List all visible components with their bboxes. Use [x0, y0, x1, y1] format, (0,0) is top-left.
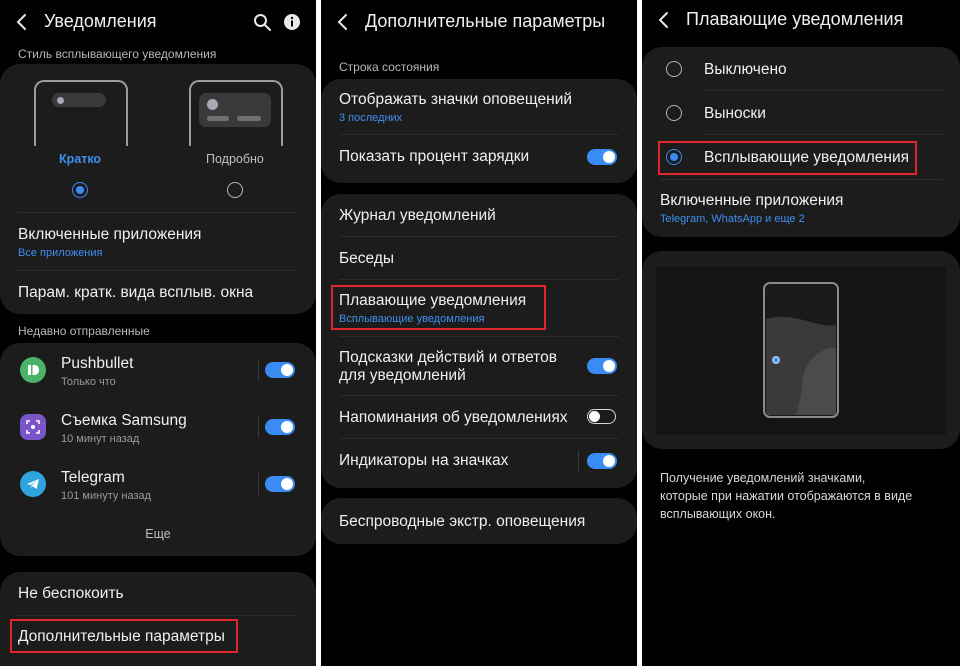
notifications-screen: Уведомления Стиль всплывающего уведомлен…	[0, 0, 316, 666]
app-time: 101 минуту назад	[61, 490, 152, 502]
notification-history-item[interactable]: Журнал уведомлений	[339, 207, 619, 225]
divider	[704, 134, 944, 135]
show-icons-label: Отображать значки оповещений	[339, 91, 573, 108]
app-time: 10 минут назад	[61, 433, 140, 445]
recent-apps-card: Pushbullet Только что Съемка Samsung 10 …	[0, 343, 316, 556]
detailed-preview[interactable]	[189, 80, 283, 146]
separator	[258, 359, 259, 381]
separator	[258, 473, 259, 495]
highlight-box	[10, 619, 238, 653]
separator	[258, 416, 259, 438]
option-bubbles-label[interactable]: Выноски	[704, 105, 766, 123]
enabled-apps-label: Включенные приложения	[660, 192, 844, 209]
page-title: Уведомления	[44, 11, 157, 31]
show-icons-value: 3 последних	[339, 112, 403, 124]
app-name: Съемка Samsung	[61, 412, 187, 429]
enabled-apps-value: Telegram, WhatsApp и еще 2	[660, 213, 805, 225]
page-title: Дополнительные параметры	[365, 11, 606, 31]
divider	[339, 336, 619, 337]
section-header-popup-style: Стиль всплывающего уведомления	[18, 47, 217, 61]
highlight-box	[658, 141, 917, 175]
badges-toggle[interactable]	[587, 453, 617, 469]
bubbles-radio[interactable]	[666, 105, 682, 121]
section-header-recent: Недавно отправленные	[18, 324, 150, 338]
divider	[339, 236, 619, 237]
reminders-toggle[interactable]	[587, 409, 616, 424]
highlight-box	[331, 285, 546, 330]
description-line: которые при нажатии отображаются в виде	[660, 489, 913, 503]
conversations-item[interactable]: Беседы	[339, 250, 619, 268]
brief-label: Кратко	[59, 152, 102, 166]
suggestions-label-line2: для уведомлений	[339, 367, 466, 384]
reminders-item[interactable]: Напоминания об уведомлениях	[339, 409, 619, 427]
show-notification-icons-item[interactable]: Отображать значки оповещений 3 последних	[339, 91, 619, 124]
off-radio[interactable]	[666, 61, 682, 77]
back-arrow-icon[interactable]	[12, 12, 32, 32]
enabled-apps-item[interactable]: Включенные приложения Telegram, WhatsApp…	[660, 192, 942, 225]
enabled-apps-label: Включенные приложения	[18, 226, 202, 243]
wireless-alerts-card: Беспроводные экстр. оповещения	[321, 498, 637, 544]
battery-percent-item[interactable]: Показать процент зарядки	[339, 148, 619, 166]
back-arrow-icon[interactable]	[654, 10, 674, 30]
description-text: Получение уведомлений значками, которые …	[660, 469, 912, 523]
divider	[339, 395, 619, 396]
telegram-toggle[interactable]	[265, 476, 295, 492]
divider	[660, 179, 942, 180]
screen-capture-icon	[20, 414, 46, 440]
separator	[578, 450, 579, 472]
description-line: всплывающих окон.	[660, 507, 776, 521]
section-header-status-bar: Строка состояния	[339, 60, 440, 74]
brief-preview[interactable]	[34, 80, 128, 146]
divider	[18, 270, 298, 271]
floating-notifications-screen: Плавающие уведомления Выключено Выноски …	[642, 0, 960, 666]
status-bar-card: Отображать значки оповещений 3 последних…	[321, 79, 637, 183]
divider	[18, 615, 298, 616]
option-off-label[interactable]: Выключено	[704, 61, 787, 79]
detailed-radio[interactable]	[227, 182, 243, 198]
enabled-apps-item[interactable]: Включенные приложения Все приложения	[18, 226, 298, 259]
list-item[interactable]: Съемка Samsung 10 минут назад	[61, 412, 187, 445]
search-icon[interactable]	[252, 12, 272, 32]
app-name: Telegram	[61, 469, 125, 486]
divider	[339, 279, 619, 280]
list-item[interactable]: Pushbullet Только что	[61, 355, 133, 388]
back-arrow-icon[interactable]	[333, 12, 353, 32]
suggest-actions-item[interactable]: Подсказки действий и ответов для уведомл…	[339, 349, 619, 385]
brief-radio[interactable]	[72, 182, 88, 198]
info-icon[interactable]	[282, 12, 302, 32]
brief-popup-settings-item[interactable]: Парам. кратк. вида всплыв. окна	[18, 284, 298, 302]
top-bar: Уведомления	[0, 0, 316, 44]
phone-illustration	[763, 282, 839, 418]
top-bar: Дополнительные параметры	[321, 0, 637, 44]
divider	[339, 134, 619, 135]
app-time: Только что	[61, 376, 116, 388]
pushbullet-toggle[interactable]	[265, 362, 295, 378]
popup-style-card: Кратко Подробно Включенные приложения Вс…	[0, 64, 316, 314]
app-name: Pushbullet	[61, 355, 134, 372]
page-title: Плавающие уведомления	[686, 9, 904, 29]
divider	[18, 212, 298, 213]
pushbullet-icon	[20, 357, 46, 383]
samsung-capture-toggle[interactable]	[265, 419, 295, 435]
phone-preview-illustration	[656, 267, 946, 435]
do-not-disturb-item[interactable]: Не беспокоить	[18, 585, 298, 603]
wireless-emergency-alerts-item[interactable]: Беспроводные экстр. оповещения	[339, 513, 619, 531]
app-icon-badges-item[interactable]: Индикаторы на значках	[339, 452, 619, 470]
advanced-settings-screen: Дополнительные параметры Строка состояни…	[321, 0, 637, 666]
suggestions-toggle[interactable]	[587, 358, 617, 374]
more-button[interactable]: Еще	[0, 527, 316, 541]
battery-percent-toggle[interactable]	[587, 149, 617, 165]
notification-options-card: Журнал уведомлений Беседы Плавающие увед…	[321, 194, 637, 488]
divider	[339, 438, 619, 439]
preview-card	[642, 251, 960, 449]
divider	[704, 90, 944, 91]
description-line: Получение уведомлений значками,	[660, 471, 866, 485]
list-item[interactable]: Telegram 101 минуту назад	[61, 469, 151, 502]
detailed-label: Подробно	[206, 152, 264, 166]
enabled-apps-value: Все приложения	[18, 247, 103, 259]
top-bar: Плавающие уведомления	[642, 0, 960, 44]
telegram-icon	[20, 471, 46, 497]
suggestions-label-line1: Подсказки действий и ответов	[339, 349, 557, 366]
